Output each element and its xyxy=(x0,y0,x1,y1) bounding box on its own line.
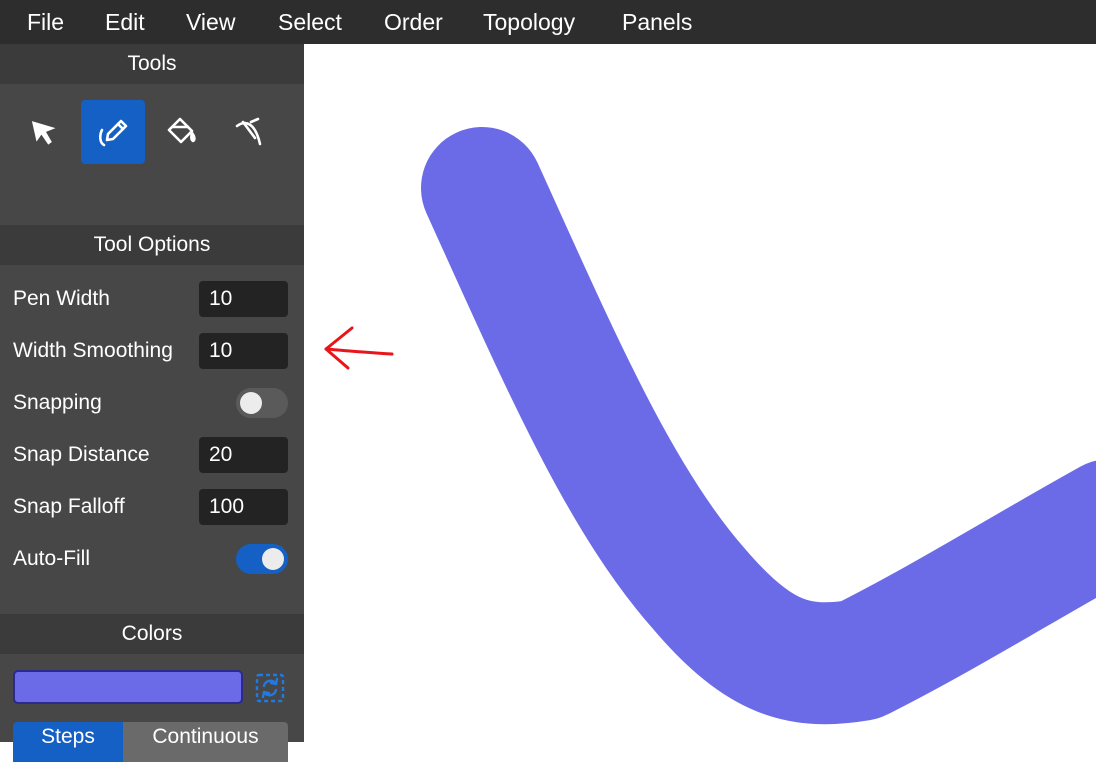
menu-file[interactable]: File xyxy=(27,0,64,44)
pen-tool-button[interactable] xyxy=(81,100,145,164)
snapping-label: Snapping xyxy=(13,391,102,414)
select-arrow-icon xyxy=(31,121,56,145)
tool-options-title: Tool Options xyxy=(0,225,304,265)
swap-colors-icon[interactable] xyxy=(255,673,285,703)
auto-fill-toggle[interactable] xyxy=(236,544,288,574)
paint-bucket-icon xyxy=(167,117,196,144)
canvas-drawing xyxy=(324,127,1096,725)
menu-order[interactable]: Order xyxy=(384,0,443,44)
curve-tool-button[interactable] xyxy=(217,100,281,164)
curve-edit-icon xyxy=(235,117,262,146)
snap-falloff-input[interactable] xyxy=(199,489,288,525)
drawing-canvas[interactable] xyxy=(304,44,1096,742)
pen-width-label: Pen Width xyxy=(13,287,110,310)
tools-panel-title: Tools xyxy=(0,44,304,84)
fill-tool-button[interactable] xyxy=(149,100,213,164)
width-smoothing-label: Width Smoothing xyxy=(13,339,173,362)
annotation-arrow xyxy=(324,326,394,370)
snap-distance-input[interactable] xyxy=(199,437,288,473)
menu-panels[interactable]: Panels xyxy=(622,0,692,44)
color-mode-continuous-tab[interactable]: Continuous xyxy=(123,722,288,762)
menu-select[interactable]: Select xyxy=(278,0,342,44)
snap-distance-label: Snap Distance xyxy=(13,443,150,466)
menu-topology[interactable]: Topology xyxy=(483,0,575,44)
snapping-toggle[interactable] xyxy=(236,388,288,418)
color-mode-steps-tab[interactable]: Steps xyxy=(13,722,123,762)
drawn-stroke[interactable] xyxy=(421,127,1096,725)
menu-edit[interactable]: Edit xyxy=(105,0,145,44)
menu-bar: File Edit View Select Order Topology Pan… xyxy=(0,0,1096,44)
auto-fill-label: Auto-Fill xyxy=(13,547,91,570)
current-color-swatch[interactable] xyxy=(13,670,243,704)
snap-falloff-label: Snap Falloff xyxy=(13,495,125,518)
sidebar: Tools Tool Options Pen Width Width Smoot… xyxy=(0,44,304,762)
pencil-icon xyxy=(98,119,128,147)
toggle-knob xyxy=(240,392,262,414)
menu-view[interactable]: View xyxy=(186,0,235,44)
select-tool-button[interactable] xyxy=(13,100,77,164)
colors-title: Colors xyxy=(0,614,304,654)
width-smoothing-input[interactable] xyxy=(199,333,288,369)
pen-width-input[interactable] xyxy=(199,281,288,317)
toggle-knob xyxy=(262,548,284,570)
